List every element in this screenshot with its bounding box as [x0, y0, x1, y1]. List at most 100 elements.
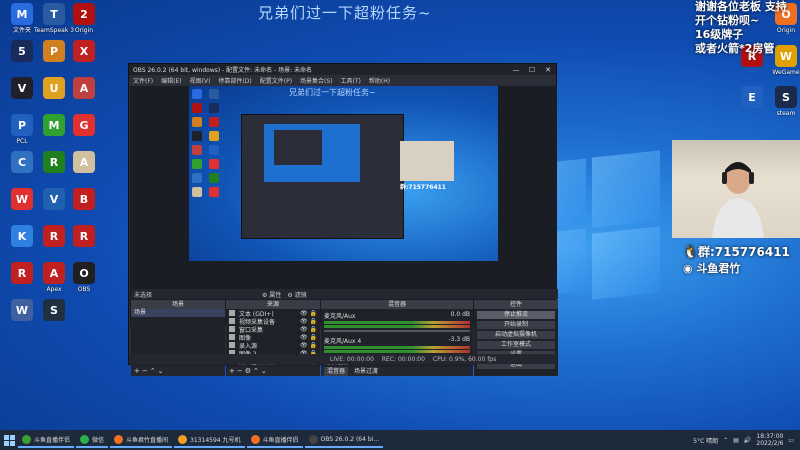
app-icon: K — [11, 225, 33, 247]
desktop-icon[interactable]: R — [64, 225, 104, 249]
visibility-lock-icon[interactable]: 👁 🔒 — [300, 334, 317, 341]
taskbar-app-label: OBS 26.0.2 (64 bi... — [320, 435, 380, 443]
chevron-up-icon[interactable]: ⌃ — [253, 367, 261, 375]
menu-item[interactable]: 停靠部件(D) — [218, 76, 251, 85]
track-db: 0.0 dB — [450, 311, 470, 318]
control-button[interactable]: 停止推流 — [477, 311, 555, 319]
tab-mixer[interactable]: 混音器 — [324, 367, 349, 376]
visibility-lock-icon[interactable]: 👁 🔒 — [300, 326, 317, 333]
taskbar-app[interactable]: 微信 — [76, 432, 109, 448]
chevron-down-icon[interactable]: ⌄ — [158, 367, 166, 375]
obs-statusbar: LIVE: 00:00:00 REC: 00:00:00 CPU: 0.9%, … — [130, 354, 557, 364]
menu-item[interactable]: 文件(F) — [133, 76, 153, 85]
nested-inner-window — [274, 130, 322, 165]
windows-start-icon — [3, 434, 15, 446]
nested-preview — [264, 124, 360, 182]
menu-item[interactable]: 帮助(H) — [369, 76, 390, 85]
cpu-fps: CPU: 0.9%, 60.00 fps — [432, 355, 497, 363]
visibility-lock-icon[interactable]: 👁 🔒 — [300, 310, 317, 317]
desktop-icon[interactable]: X — [64, 40, 104, 64]
app-icon — [22, 434, 31, 444]
menu-item[interactable]: 配置文件(P) — [260, 76, 292, 85]
scenes-panel: 场景 场景 +−⌃⌄ — [131, 300, 225, 376]
menu-item[interactable]: 编辑(E) — [161, 76, 181, 85]
taskbar-app-label: 斗鱼直播伴侣 — [34, 436, 71, 444]
tab-transitions[interactable]: 场景过渡 — [351, 367, 381, 376]
remove-icon[interactable]: − — [237, 367, 245, 375]
control-button[interactable]: 工作室模式 — [477, 341, 555, 349]
desktop-icon[interactable]: B — [64, 188, 104, 212]
desktop-icon[interactable]: E — [732, 86, 772, 110]
app-icon: A — [43, 262, 65, 284]
app-icon: E — [741, 86, 763, 108]
volume-icon[interactable]: 🔊 — [744, 437, 751, 444]
desktop-icon[interactable]: S — [34, 299, 74, 323]
volume-slider[interactable] — [324, 330, 470, 332]
obs-preview[interactable]: 兄弟们过一下超粉任务~ 群:715776411 未选择 ⚙ 属性 ⚙ 滤镜 场景… — [130, 86, 558, 376]
mini-desktop-icon — [192, 131, 202, 141]
source-type-icon — [229, 310, 235, 316]
maximize-icon[interactable]: ☐ — [524, 66, 540, 74]
app-icon: T — [43, 3, 65, 25]
track-name: 麦克风/Aux — [324, 313, 356, 320]
add-icon[interactable]: + — [229, 367, 237, 375]
source-type-icon — [229, 342, 235, 348]
desktop-icon[interactable]: 2 Origin — [64, 3, 104, 34]
clock[interactable]: 18:37:00 2022/2/6 — [756, 433, 783, 447]
menu-item[interactable]: 场景集合(S) — [300, 76, 333, 85]
taskbar-app[interactable]: 31314594 九号机 — [174, 432, 245, 448]
close-icon[interactable]: ✕ — [540, 66, 556, 74]
scene-item[interactable]: 场景 — [131, 309, 225, 317]
app-icon — [308, 434, 318, 444]
controls-panel: 控件 停止推流开始录制启动虚拟摄像机工作室模式设置退出 — [474, 300, 558, 376]
taskbar-app[interactable]: 斗鱼君竹直播间 — [110, 432, 173, 448]
app-icon: S — [775, 86, 797, 108]
add-icon[interactable]: + — [134, 367, 142, 375]
mini-desktop-icon — [209, 117, 219, 127]
app-icon: B — [73, 188, 95, 210]
obs-window[interactable]: OBS 26.0.2 (64 bit, windows) - 配置文件: 未命名… — [128, 63, 558, 376]
app-icon: X — [73, 40, 95, 62]
chevron-up-icon[interactable]: ⌃ — [150, 367, 158, 375]
clock-date: 2022/2/6 — [756, 440, 784, 447]
taskbar-app[interactable]: 斗鱼直播伴侣 — [246, 432, 303, 448]
app-icon: G — [73, 114, 95, 136]
weather-text: 5°C 晴朗 — [693, 437, 719, 445]
app-icon: O — [73, 262, 95, 284]
control-button[interactable]: 启动虚拟摄像机 — [477, 331, 555, 339]
network-icon[interactable]: ▤ — [733, 437, 739, 444]
menu-item[interactable]: 工具(T) — [341, 76, 361, 85]
douyu-text: ◉ 斗鱼君竹 — [683, 262, 741, 275]
taskbar-app[interactable]: OBS 26.0.2 (64 bi... — [304, 432, 384, 448]
visibility-lock-icon[interactable]: 👁 🔒 — [300, 342, 317, 349]
start-button[interactable] — [0, 430, 18, 450]
mini-desktop-icon — [209, 159, 219, 169]
taskbar-app-label: 微信 — [92, 436, 105, 444]
mini-desktop-icon — [209, 103, 219, 113]
stream-banner: 兄弟们过一下超粉任务~ — [258, 4, 432, 22]
desktop-icon-label: PCL — [16, 138, 28, 145]
minimize-icon[interactable]: — — [508, 66, 524, 74]
visibility-lock-icon[interactable]: 👁 🔒 — [300, 318, 317, 325]
gear-icon[interactable]: ⚙ — [245, 367, 253, 375]
desktop-icon[interactable]: A — [64, 77, 104, 101]
volume-meter — [324, 325, 470, 328]
properties-button[interactable]: ⚙ 属性 — [262, 290, 281, 299]
app-icon: A — [73, 151, 95, 173]
control-button[interactable]: 开始录制 — [477, 321, 555, 329]
notification-icon[interactable]: ▭ — [788, 437, 794, 444]
desktop-icon[interactable]: G — [64, 114, 104, 138]
menu-item[interactable]: 视图(V) — [190, 76, 211, 85]
chevron-down-icon[interactable]: ⌄ — [261, 367, 269, 375]
chevron-up-icon[interactable]: ⌃ — [723, 437, 728, 444]
obs-titlebar[interactable]: OBS 26.0.2 (64 bit, windows) - 配置文件: 未命名… — [129, 64, 556, 75]
source-type-icon — [229, 318, 235, 324]
desktop-icon[interactable]: A — [64, 151, 104, 175]
mixer-header: 混音器 — [321, 301, 473, 309]
desktop-icon[interactable]: O OBS — [64, 262, 104, 293]
taskbar-app[interactable]: 斗鱼直播伴侣 — [18, 432, 75, 448]
volume-meter — [324, 321, 470, 324]
remove-icon[interactable]: − — [142, 367, 150, 375]
filters-button[interactable]: ⚙ 滤镜 — [287, 290, 306, 299]
app-icon: A — [73, 77, 95, 99]
